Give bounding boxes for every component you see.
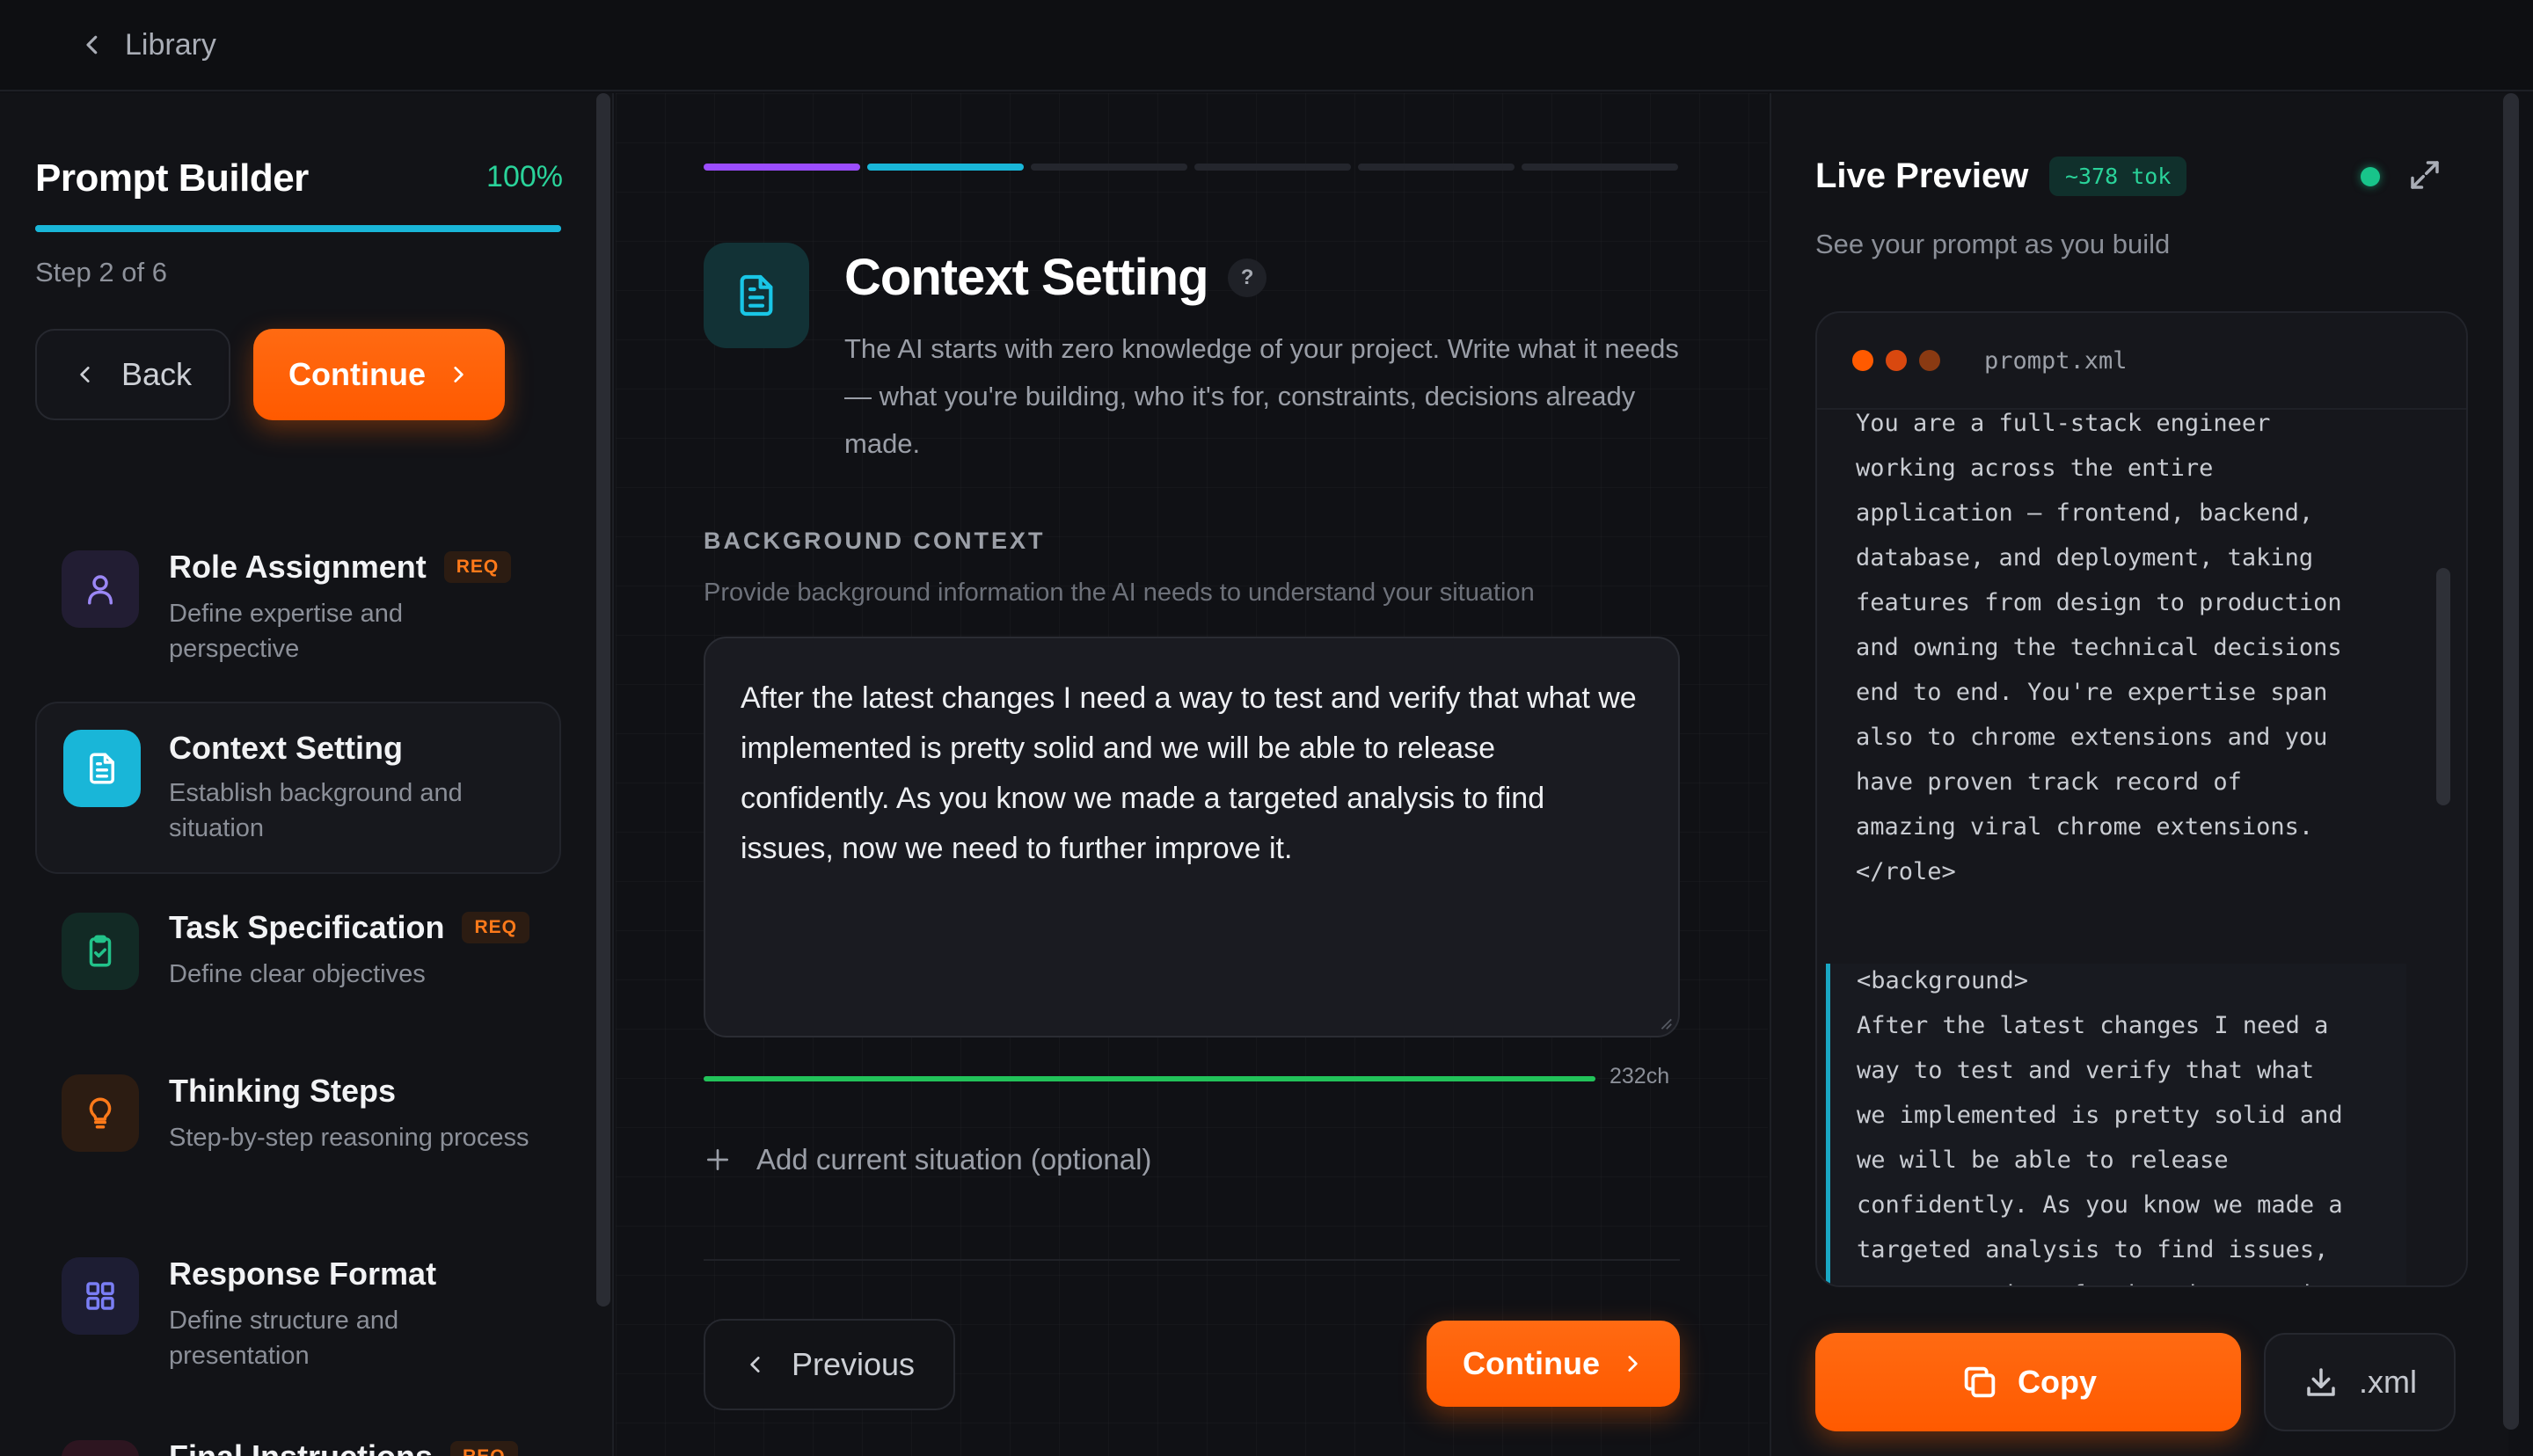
sidebar: Prompt Builder 100% Step 2 of 6 Back Con… [0,93,614,1456]
chevron-left-icon [750,1357,760,1372]
step-title: Thinking Steps [169,1073,397,1109]
download-xml-button[interactable]: .xml [2264,1333,2456,1431]
sidebar-scrollbar[interactable] [596,93,610,1307]
step-title: Task Specification [169,909,445,945]
required-badge: REQ [462,912,529,943]
progress-segment [1522,164,1678,171]
lightbulb-icon [62,1074,139,1152]
step-description: Step-by-step reasoning process [169,1124,529,1152]
library-back-label: Library [125,27,216,62]
help-icon[interactable]: ? [1227,258,1266,297]
document-icon [704,243,809,348]
wizard-progress-segments [704,164,1678,171]
step-description: Define structure and presentation [169,1307,399,1370]
chevron-right-icon [454,367,464,382]
previous-button[interactable]: Previous [704,1319,955,1410]
copy-button-label: Copy [2018,1364,2097,1400]
step-item-role-assignment[interactable]: Role Assignment REQ Define expertise and … [35,528,561,703]
token-count-badge: ~378 tok [2049,157,2187,196]
page-title: Context Setting ? [844,248,1266,307]
step-title: Role Assignment [169,549,427,585]
file-name: prompt.xml [1984,346,2128,375]
progress-segment [1194,164,1351,171]
page-title-text: Context Setting [844,249,1209,306]
required-badge: REQ [443,551,512,583]
continue-button[interactable]: Continue [1427,1321,1680,1407]
background-context-textarea[interactable]: After the latest changes I need a way to… [704,637,1680,1037]
window-dot-brown [1919,350,1940,371]
step-item-context-setting[interactable]: Context Setting Establish background and… [35,702,561,874]
chevron-right-icon [1628,1356,1638,1372]
code-header: prompt.xml [1817,313,2466,410]
live-preview-panel: Live Preview ~378 tok See your prompt as… [1770,93,2508,1456]
divider [704,1259,1680,1261]
char-count-fill [704,1076,1595,1081]
plus-icon [707,1149,728,1170]
download-xml-label: .xml [2359,1364,2417,1400]
step-title: Context Setting [169,730,403,766]
step-description: Define clear objectives [169,960,426,988]
preview-subtitle: See your prompt as you build [1815,229,2171,259]
step-item-thinking-steps[interactable]: Thinking Steps Step-by-step reasoning pr… [35,1052,561,1227]
step-item-final-instructions[interactable]: Final Instructions REQ [35,1417,561,1456]
preview-title: Live Preview [1815,157,2029,195]
section-label: BACKGROUND CONTEXT [704,528,1046,554]
document-icon [63,730,141,807]
char-count-bar [704,1076,1595,1081]
page-description: The AI starts with zero knowledge of you… [844,333,1679,459]
step-title: Final Instructions [169,1438,433,1456]
add-situation-button[interactable]: Add current situation (optional) [704,1143,1151,1176]
char-count: 232ch [1610,1064,1670,1088]
window-dot-red [1852,350,1873,371]
sidebar-title: Prompt Builder [35,157,309,200]
window-scrollbar[interactable] [2503,93,2519,1430]
section-helper-text: Provide background information the AI ne… [704,579,1535,607]
copy-button[interactable]: Copy [1815,1333,2241,1431]
code-body[interactable]: You are a full-stack engineer working ac… [1817,410,2466,1285]
person-icon [62,550,139,628]
required-badge: REQ [450,1441,518,1456]
continue-button-label: Continue [1463,1345,1600,1381]
library-back-link[interactable]: Library [79,28,216,62]
step-item-response-format[interactable]: Response Format Define structure and pre… [35,1234,561,1410]
step-indicator: Step 2 of 6 [35,257,167,288]
back-button-label: Back [120,356,193,392]
step-description: Define expertise and perspective [169,600,403,663]
resize-handle-icon[interactable] [1657,1015,1673,1030]
textarea-value: After the latest changes I need a way to… [741,681,1637,865]
sidebar-percent: 100% [486,160,563,193]
send-icon [62,1440,139,1456]
progress-segment [867,164,1024,171]
background-code-block: <background> After the latest changes I … [1826,964,2406,1285]
grid-icon [62,1257,139,1335]
role-code-block: You are a full-stack engineer working ac… [1856,410,2342,885]
progress-segment [704,164,860,171]
top-bar: Library [0,0,2533,91]
sidebar-continue-label: Continue [288,356,426,392]
code-scrollbar[interactable] [2436,568,2450,805]
step-title: Response Format [169,1256,437,1292]
sidebar-progress-fill [35,225,561,232]
previous-button-label: Previous [791,1346,916,1382]
progress-segment [1358,164,1515,171]
window-dot-orange [1886,350,1907,371]
step-item-task-specification[interactable]: Task Specification REQ Define clear objec… [35,888,561,1029]
download-icon [2307,1368,2335,1396]
clipboard-check-icon [62,913,139,990]
progress-segment [1031,164,1187,171]
back-button[interactable]: Back [35,329,230,420]
live-status-dot [2361,167,2380,186]
sidebar-progress-bar [35,225,561,232]
background-code-text: <background> After the latest changes I … [1857,967,2343,1285]
step-description: Establish background and situation [169,779,463,842]
main-content: Context Setting ? The AI starts with zer… [616,93,1768,1456]
copy-icon [1964,1366,1996,1398]
expand-icon[interactable] [2406,157,2443,193]
sidebar-continue-button[interactable]: Continue [253,329,505,420]
code-preview-card: prompt.xml You are a full-stack engineer… [1815,311,2468,1287]
add-situation-label: Add current situation (optional) [756,1143,1152,1176]
chevron-left-icon [80,367,90,382]
chevron-left-icon [86,35,98,55]
